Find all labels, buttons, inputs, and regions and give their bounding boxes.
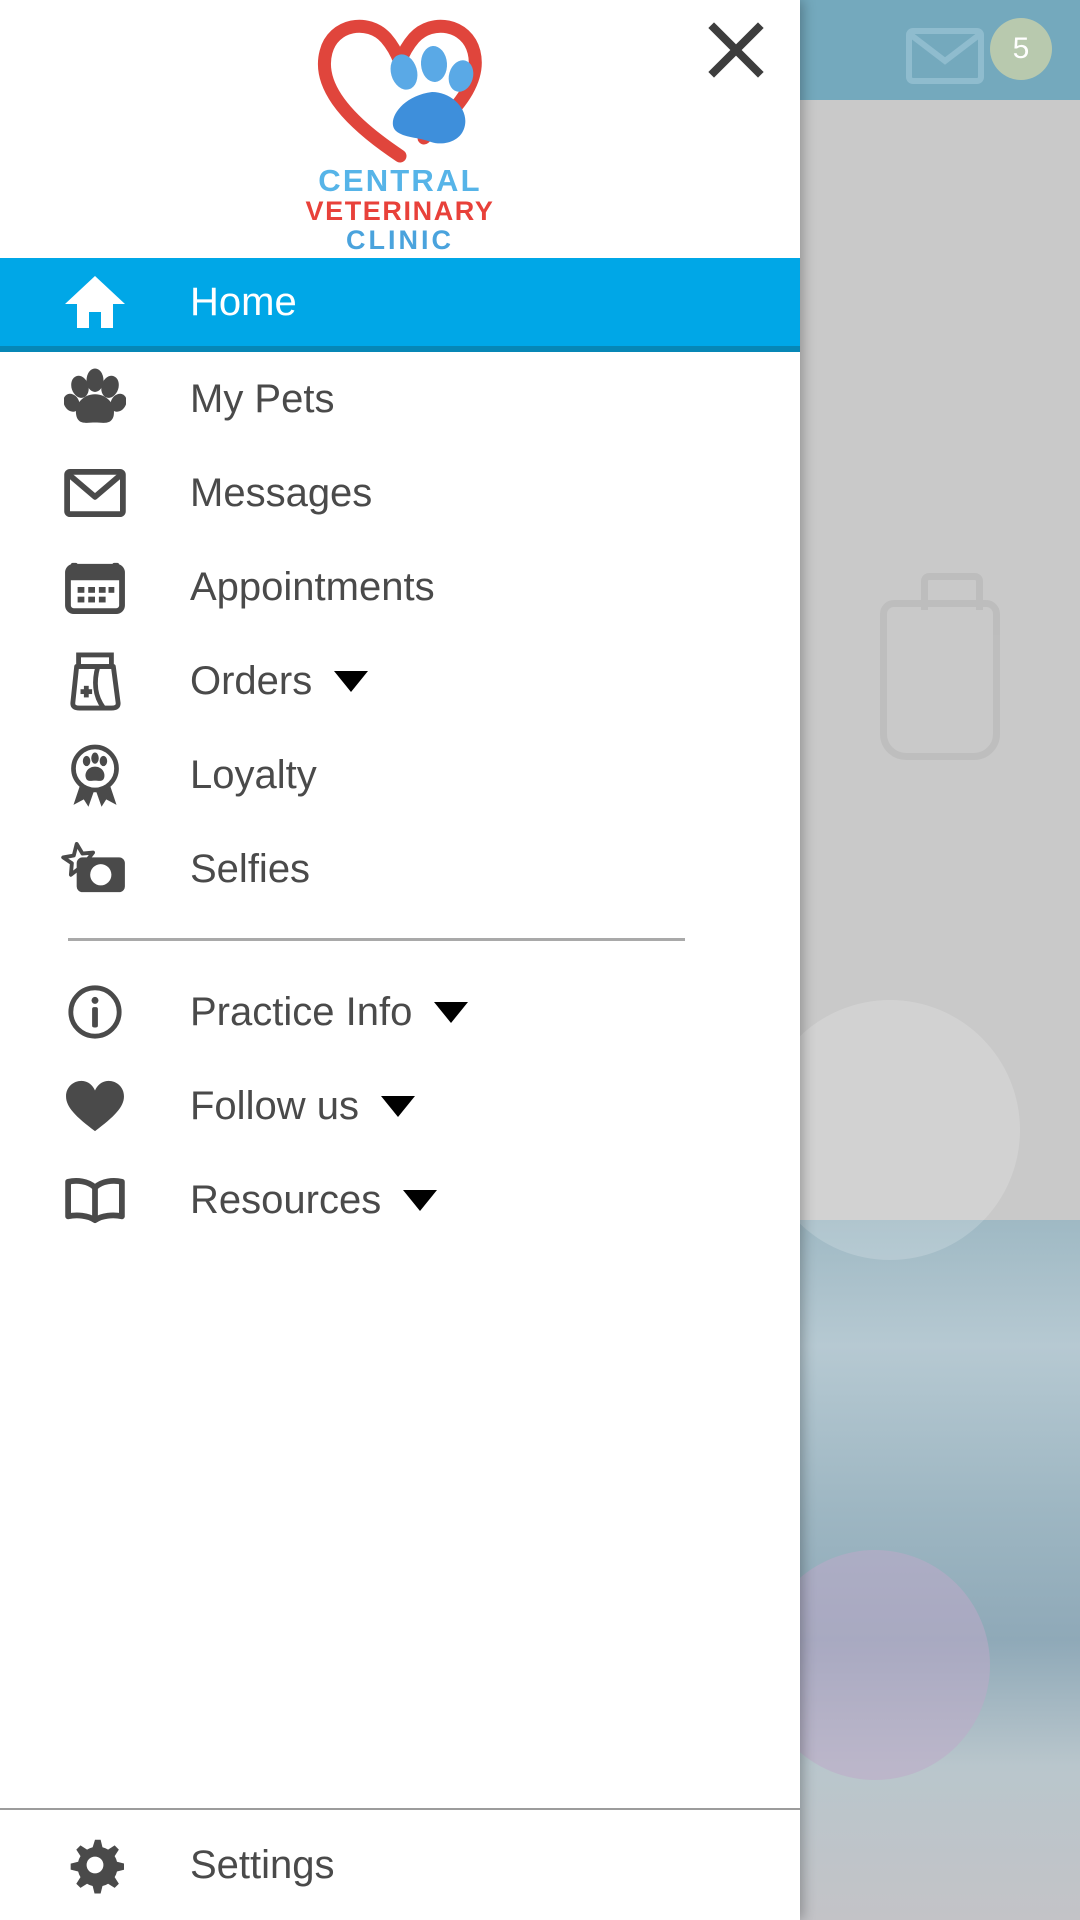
gear-icon (0, 1836, 190, 1894)
nav-label: Selfies (190, 846, 311, 891)
nav-item-practice-info[interactable]: Practice Info (0, 965, 800, 1059)
nav-label: Loyalty (190, 752, 317, 797)
logo-line-3: CLINIC (346, 225, 454, 255)
nav-label: Orders (190, 658, 313, 703)
food-bag-icon (0, 651, 190, 711)
background-bottle-graphic (880, 573, 1000, 760)
mail-icon (906, 28, 984, 84)
nav-item-selfies[interactable]: Selfies (0, 822, 800, 916)
drawer-header: CENTRAL VETERINARY CLINIC (0, 0, 800, 258)
nav-label: Appointments (190, 564, 435, 609)
heart-paw-logo (300, 4, 500, 169)
nav-label: Follow us (190, 1083, 359, 1128)
logo-line-2: VETERINARY (305, 196, 495, 226)
heart-icon (0, 1078, 190, 1134)
nav-item-orders[interactable]: Orders (0, 634, 800, 728)
info-circle-icon (0, 983, 190, 1041)
nav-item-loyalty[interactable]: Loyalty (0, 728, 800, 822)
drawer-footer: Settings (0, 1808, 800, 1920)
close-icon (708, 22, 764, 78)
nav-label: Messages (190, 470, 373, 515)
nav-item-resources[interactable]: Resources (0, 1153, 800, 1247)
chevron-down-icon[interactable] (434, 1001, 469, 1023)
nav-item-home[interactable]: Home (0, 258, 800, 352)
nav-item-messages[interactable]: Messages (0, 446, 800, 540)
nav-label: Resources (190, 1177, 382, 1222)
paw-icon (0, 368, 190, 430)
nav-item-my-pets[interactable]: My Pets (0, 352, 800, 446)
nav-label: Settings (190, 1842, 335, 1887)
nav-label: My Pets (190, 376, 335, 421)
nav-item-follow-us[interactable]: Follow us (0, 1059, 800, 1153)
chevron-down-icon[interactable] (403, 1189, 438, 1211)
logo-wordmark: CENTRAL VETERINARY CLINIC (305, 165, 494, 254)
camera-star-icon (0, 842, 190, 896)
nav-item-settings[interactable]: Settings (0, 1810, 800, 1920)
award-paw-icon (0, 743, 190, 807)
close-drawer-button[interactable] (698, 12, 774, 88)
section-divider (68, 938, 685, 941)
chevron-down-icon[interactable] (334, 670, 369, 692)
nav-label: Practice Info (190, 989, 413, 1034)
logo-line-1: CENTRAL (318, 163, 482, 198)
nav-label: Home (190, 279, 297, 324)
chevron-down-icon[interactable] (380, 1095, 415, 1117)
home-icon (0, 272, 190, 332)
navigation-drawer: CENTRAL VETERINARY CLINIC Home My Pets M… (0, 0, 800, 1920)
primary-nav-list: Home My Pets Messages Appointments Order… (0, 258, 800, 1808)
background-mail-widget[interactable]: 5 (888, 14, 1058, 90)
envelope-icon (0, 468, 190, 518)
book-icon (0, 1176, 190, 1224)
calendar-icon (0, 559, 190, 615)
unread-badge: 5 (990, 18, 1052, 80)
nav-item-appointments[interactable]: Appointments (0, 540, 800, 634)
